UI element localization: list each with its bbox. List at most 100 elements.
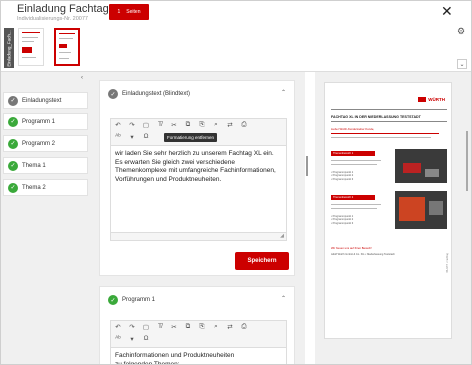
chevron-down-icon[interactable]: ⌄ (457, 59, 467, 69)
side-text: WÜRTH • Fachtag (446, 253, 449, 273)
pages-button[interactable]: 1 Seiten (109, 4, 149, 20)
cut-icon[interactable]: ✂ (170, 323, 178, 331)
sidebar-item-programm-2[interactable]: ✓ Programm 2 (3, 135, 88, 152)
document-preview: WÜRTH FACHTAG XL IN DER NIEDERLASSUNG TE… (324, 82, 452, 339)
footer-address: Adolf Würth GmbH & Co. KG • Niederlassun… (331, 253, 395, 256)
chevron-up-icon[interactable]: ⌃ (281, 89, 286, 96)
bullet-list: • Programmpunkt 1 • Programmpunkt 2 • Pr… (331, 215, 354, 225)
page-subtitle: Individualisierungs-Nr. 20077 (17, 16, 88, 22)
editor-panel: ✓ Einladungstext (Blindtext) ⌃ ↶ ↷ ▢ T̸ … (91, 72, 305, 364)
section-card-programm-1: ✓ Programm 1 ⌃ ↶ ↷ ▢ T̸ ✂ ⧉ ⎘ ⌕ ⇄ ⎙ ᴬᵇ ▾… (99, 286, 295, 364)
sidebar-item-thema-2[interactable]: ✓ Thema 2 (3, 179, 88, 196)
check-icon: ✓ (8, 138, 18, 149)
dropdown-arrow-icon[interactable]: ▾ (128, 335, 136, 343)
text-line (331, 137, 431, 138)
text-line (331, 208, 377, 209)
redo-icon[interactable]: ↷ (128, 121, 136, 129)
replace-icon[interactable]: ⇄ (226, 323, 234, 331)
tooltip: Formatierung entfernen (164, 133, 218, 142)
print-icon[interactable]: ⎙ (240, 121, 248, 129)
scrollbar[interactable] (306, 156, 308, 176)
brand-logo: WÜRTH (418, 97, 445, 102)
sidebar-item-label: Einladungstext (22, 97, 62, 104)
document-title: FACHTAG XL IN DER NIEDERLASSUNG TESTSTAD… (331, 115, 421, 119)
editor-content[interactable]: Fachinformationen und Produktneuheiten z… (115, 352, 283, 364)
check-icon: ✓ (8, 160, 18, 171)
undo-icon[interactable]: ↶ (114, 121, 122, 129)
card-header[interactable]: ✓ Programm 1 (108, 295, 155, 305)
footer-note: Wir freuen uns auf Ihren Besuch! (331, 246, 372, 250)
gear-icon[interactable]: ⚙ (457, 26, 465, 37)
rich-text-editor[interactable]: Fachinformationen und Produktneuheiten z… (110, 348, 287, 364)
copy-icon[interactable]: ⧉ (184, 323, 192, 331)
redo-icon[interactable]: ↷ (128, 323, 136, 331)
pages-label: Seiten (126, 9, 141, 15)
section-banner: Themenbereich 2 (331, 195, 375, 200)
paste-icon[interactable]: ▢ (142, 121, 150, 129)
pages-count: 1 (117, 9, 121, 15)
find-icon[interactable]: ⌕ (212, 323, 220, 331)
check-icon: ✓ (108, 89, 118, 99)
bullet-list: • Programmpunkt 1 • Programmpunkt 2 • Pr… (331, 171, 354, 181)
sidebar-item-label: Programm 1 (22, 118, 56, 125)
sidebar-item-label: Thema 1 (22, 162, 46, 169)
find-icon[interactable]: ⌕ (212, 121, 220, 129)
sidebar-item-einladungstext[interactable]: ✓ Einladungstext (3, 92, 88, 109)
card-header[interactable]: ✓ Einladungstext (Blindtext) (108, 89, 190, 99)
spellcheck-icon[interactable]: ᴬᵇ (114, 133, 122, 141)
check-icon: ✓ (8, 95, 18, 106)
scrollbar[interactable] (466, 131, 468, 191)
product-image (395, 149, 447, 183)
header: Einladung Fachtag XL Individualisierungs… (1, 1, 471, 77)
replace-icon[interactable]: ⇄ (226, 121, 234, 129)
sidebar-item-label: Programm 2 (22, 140, 56, 147)
paste-text-icon[interactable]: ⎘ (198, 323, 206, 331)
text-line (331, 160, 381, 161)
text-line (331, 164, 377, 165)
undo-icon[interactable]: ↶ (114, 323, 122, 331)
check-icon: ✓ (8, 182, 18, 193)
check-icon: ✓ (8, 116, 18, 127)
editor-toolbar: ↶ ↷ ▢ T̸ ✂ ⧉ ⎘ ⌕ ⇄ ⎙ ᴬᵇ ▾ Ω Formatierung… (110, 118, 287, 146)
card-title: Einladungstext (Blindtext) (122, 91, 191, 97)
save-button[interactable]: Speichern (235, 252, 289, 270)
divider (331, 121, 447, 122)
paste-text-icon[interactable]: ⎘ (198, 121, 206, 129)
editor-toolbar: ↶ ↷ ▢ T̸ ✂ ⧉ ⎘ ⌕ ⇄ ⎙ ᴬᵇ ▾ Ω (110, 320, 287, 348)
greeting: Lieber Würth-Kunde/Lieber Kunde, (331, 127, 375, 131)
text-line (331, 133, 439, 134)
special-char-icon[interactable]: Ω (142, 335, 150, 343)
editor-content[interactable]: wir laden Sie sehr herzlich zu unserem F… (115, 150, 283, 184)
card-title: Programm 1 (122, 297, 156, 303)
dropdown-arrow-icon[interactable]: ▾ (128, 133, 136, 141)
text-line (331, 204, 381, 205)
sidebar: ‹ ✓ Einladungstext ✓ Programm 1 ✓ Progra… (1, 72, 91, 364)
cut-icon[interactable]: ✂ (170, 121, 178, 129)
chevron-up-icon[interactable]: ⌃ (281, 295, 286, 302)
sidebar-item-thema-1[interactable]: ✓ Thema 1 (3, 157, 88, 174)
logo-icon (418, 97, 427, 102)
editor-footer: ◢ (110, 233, 287, 241)
close-icon[interactable]: ✕ (441, 4, 453, 18)
special-char-icon[interactable]: Ω (142, 133, 150, 141)
paste-icon[interactable]: ▢ (142, 323, 150, 331)
product-image (395, 191, 447, 229)
chevron-left-icon[interactable]: ‹ (81, 75, 83, 81)
page-thumbnail-1[interactable] (18, 28, 44, 66)
document-tab[interactable]: Einladung_Fach... (4, 28, 14, 68)
sidebar-item-programm-1[interactable]: ✓ Programm 1 (3, 113, 88, 130)
remove-format-icon[interactable]: T̸ (156, 323, 164, 331)
page-thumbnail-2-selected[interactable] (54, 28, 80, 66)
remove-format-icon[interactable]: T̸ (156, 121, 164, 129)
rich-text-editor[interactable]: wir laden Sie sehr herzlich zu unserem F… (110, 146, 287, 233)
divider (331, 109, 447, 110)
check-icon: ✓ (108, 295, 118, 305)
copy-icon[interactable]: ⧉ (184, 121, 192, 129)
spellcheck-icon[interactable]: ᴬᵇ (114, 335, 122, 343)
resize-handle-icon[interactable]: ◢ (280, 233, 284, 239)
sidebar-item-label: Thema 2 (22, 184, 46, 191)
print-icon[interactable]: ⎙ (240, 323, 248, 331)
section-banner: Themenbereich 1 (331, 151, 375, 156)
preview-panel: WÜRTH FACHTAG XL IN DER NIEDERLASSUNG TE… (315, 72, 471, 364)
section-card-einladungstext: ✓ Einladungstext (Blindtext) ⌃ ↶ ↷ ▢ T̸ … (99, 80, 295, 276)
